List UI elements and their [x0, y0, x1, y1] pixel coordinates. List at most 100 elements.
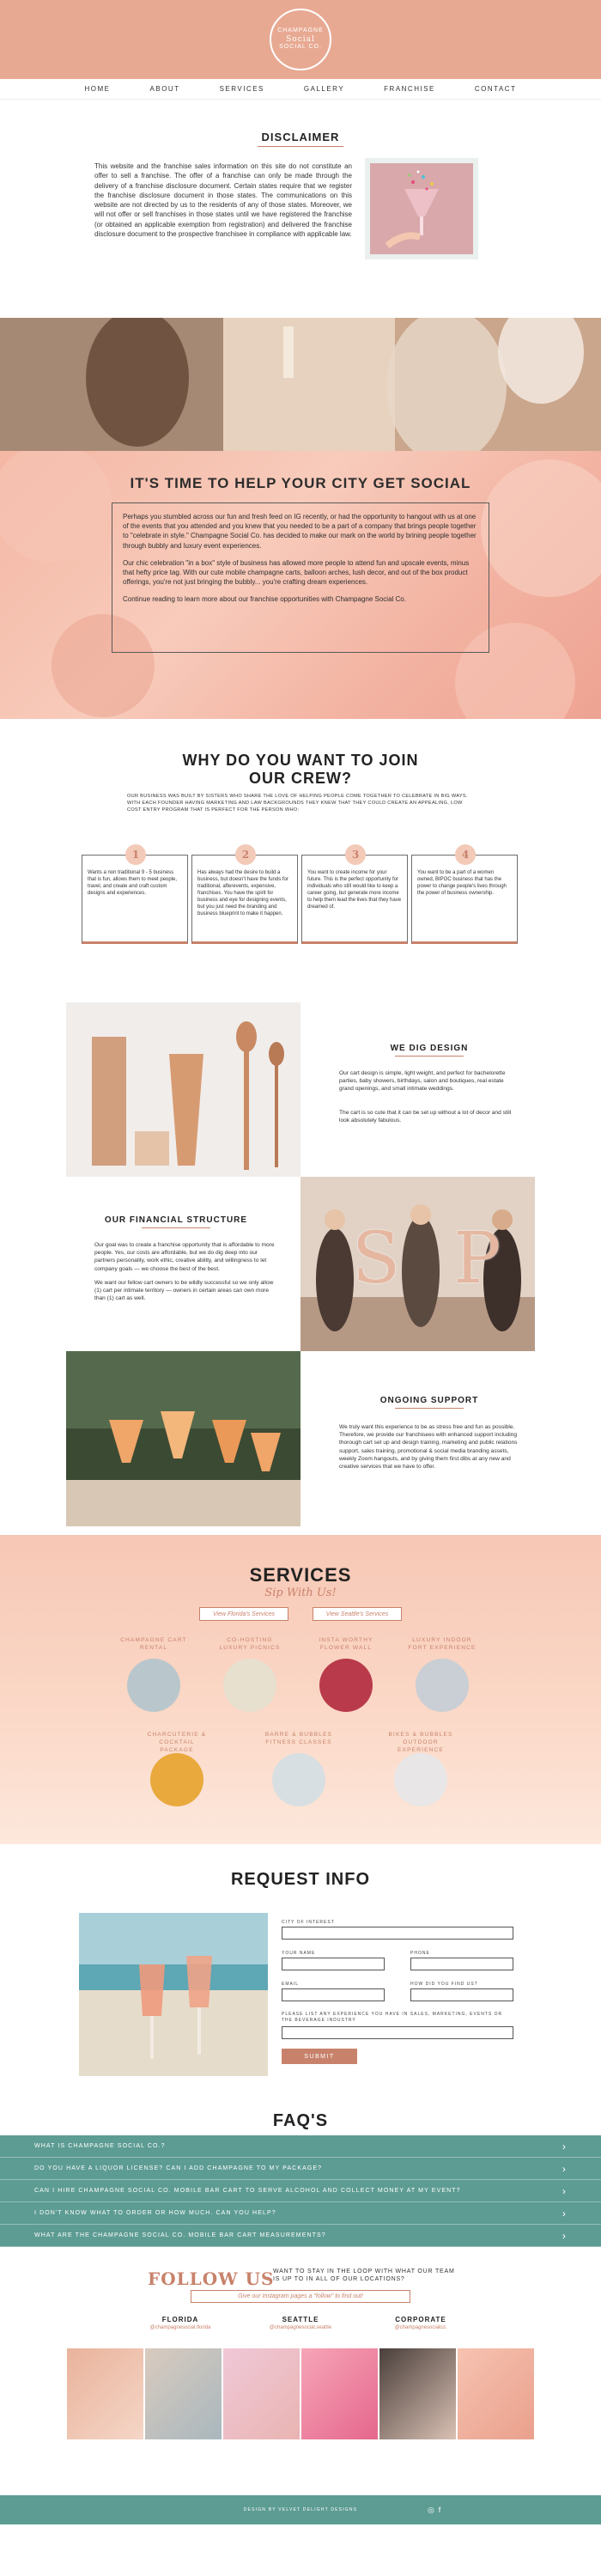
- crew-card-text: You want to create income for your futur…: [307, 870, 402, 910]
- florida-services-button[interactable]: View Florida's Services: [199, 1607, 288, 1621]
- nav-gallery[interactable]: GALLERY: [304, 85, 344, 93]
- get-social-box: Perhaps you stumbled across our fun and …: [112, 502, 489, 653]
- crew-card-number: 2: [235, 844, 256, 865]
- follow-title: FOLLOW US: [148, 2268, 275, 2289]
- city-label: CITY OF INTEREST: [282, 1920, 335, 1925]
- cheers-photo: [66, 1351, 300, 1526]
- logo-text-bottom: SOCIAL CO.: [279, 44, 322, 51]
- account-city: FLORIDA: [161, 2316, 199, 2323]
- name-input[interactable]: [282, 1958, 385, 1970]
- account-handle: @champagnesocial.florida: [149, 2325, 211, 2330]
- chevron-right-icon: ›: [562, 2162, 567, 2175]
- submit-button[interactable]: SUBMIT: [282, 2049, 357, 2064]
- women-toasting-photo: [0, 318, 601, 451]
- nav-home[interactable]: HOME: [85, 85, 111, 93]
- disclaimer-section: DISCLAIMER This website and the franchis…: [0, 100, 601, 318]
- design-p2: The cart is so cute that it can be set u…: [339, 1110, 512, 1124]
- follow-section: FOLLOW US WANT TO STAY IN THE LOOP WITH …: [0, 2240, 601, 2495]
- city-input[interactable]: [282, 1927, 513, 1940]
- get-social-section: IT'S TIME TO HELP YOUR CITY GET SOCIAL P…: [0, 451, 601, 719]
- nav-services[interactable]: SERVICES: [220, 85, 264, 93]
- account-city: SEATTLE: [282, 2316, 319, 2323]
- crew-intro: OUR BUSINESS WAS BUILT BY SISTERS WHO SH…: [127, 794, 468, 813]
- instagram-account[interactable]: CORPORATE @champagnesocialco.: [378, 2316, 464, 2330]
- social-icons[interactable]: ◎ f: [428, 2506, 441, 2515]
- get-social-p2: Our chic celebration "in a box" style of…: [123, 558, 470, 587]
- crew-card-4: 4 You want to be a part of a women owned,…: [411, 844, 518, 944]
- crew-card-3: 3 You want to create income for your futu…: [301, 844, 408, 944]
- service-title: INSTA WORTHY FLOWER WALL: [319, 1637, 373, 1652]
- service-title: BIKES & BUBBLES OUTDOOR EXPERIENCE: [388, 1732, 453, 1754]
- features-section: WE DIG DESIGN Our cart design is simple,…: [0, 1002, 601, 1526]
- get-social-p3: Continue reading to learn more about our…: [123, 595, 406, 604]
- nav-franchise[interactable]: FRANCHISE: [384, 85, 435, 93]
- service-title: BARRE & BUBBLES FITNESS CLASSES: [264, 1732, 333, 1746]
- service-circle-image[interactable]: [272, 1753, 325, 1806]
- service-circle-image[interactable]: [150, 1753, 203, 1806]
- find-us-input[interactable]: [410, 1988, 513, 2001]
- support-title: ONGOING SUPPORT: [379, 1396, 479, 1405]
- instagram-photo[interactable]: [458, 2348, 534, 2439]
- brand-logo[interactable]: CHAMPAGNE Social SOCIAL CO.: [270, 9, 331, 70]
- experience-input[interactable]: [282, 2026, 513, 2039]
- crew-card-number: 1: [125, 844, 146, 865]
- footer-credit: DESIGN BY VELVET DELIGHT DESIGNS: [243, 2507, 358, 2512]
- phone-input[interactable]: [410, 1958, 513, 1970]
- account-city: CORPORATE: [395, 2316, 446, 2323]
- support-p1: We truly want this experience to be as s…: [339, 1424, 518, 1471]
- sp-balloon-letters: S P: [352, 1218, 517, 1300]
- service-circle-image[interactable]: [319, 1659, 373, 1712]
- nav-contact[interactable]: CONTACT: [475, 85, 517, 93]
- logo-script: Social: [286, 34, 315, 44]
- disclaimer-text: This website and the franchise sales inf…: [94, 162, 352, 239]
- email-label: EMAIL: [282, 1982, 300, 1987]
- faq-list: WHAT IS CHAMPAGNE SOCIAL CO.? › DO YOU HAV…: [0, 2135, 601, 2247]
- service-circle-image[interactable]: [223, 1659, 276, 1712]
- faq-item[interactable]: DO YOU HAVE A LIQUOR LICENSE? CAN I ADD …: [0, 2158, 601, 2180]
- follow-text: WANT TO STAY IN THE LOOP WITH WHAT OUR T…: [273, 2268, 455, 2282]
- service-circle-image[interactable]: [416, 1659, 469, 1712]
- get-social-p1: Perhaps you stumbled across our fun and …: [123, 513, 477, 550]
- nav-about[interactable]: ABOUT: [150, 85, 180, 93]
- instagram-account[interactable]: SEATTLE @champagnesocial.seattle: [258, 2316, 343, 2330]
- service-circle-image[interactable]: [394, 1753, 447, 1806]
- instagram-photo[interactable]: [145, 2348, 222, 2439]
- instagram-photo[interactable]: [379, 2348, 456, 2439]
- divider: [395, 1408, 464, 1409]
- account-handle: @champagnesocial.seattle: [269, 2325, 332, 2330]
- chevron-right-icon: ›: [562, 2184, 567, 2197]
- seattle-services-button[interactable]: View Seattle's Services: [313, 1607, 402, 1621]
- request-info-section: REQUEST INFO CITY OF INTEREST YOUR NAME …: [0, 1844, 601, 2094]
- email-input[interactable]: [282, 1988, 385, 2001]
- crew-card-text: Has always had the desire to build a bus…: [197, 870, 288, 917]
- service-circle-image[interactable]: [127, 1659, 180, 1712]
- follow-banner: Give our Instagram pages a "follow" to f…: [191, 2290, 410, 2303]
- crew-card-text: You want to be a part of a women owned, …: [417, 870, 507, 896]
- crew-card-2: 2 Has always had the desire to build a bu…: [191, 844, 298, 944]
- services-title: SERVICES: [249, 1564, 352, 1586]
- crew-title-line1: WHY DO YOU WANT TO JOIN: [182, 752, 419, 769]
- service-title: CHARCUTERIE & COCKTAIL PACKAGE: [147, 1732, 207, 1754]
- instagram-photo[interactable]: [223, 2348, 300, 2439]
- financial-p2: We want our fellow cart owners to be wil…: [94, 1280, 274, 1302]
- instagram-photo[interactable]: [67, 2348, 143, 2439]
- logo-text-top: CHAMPAGNE: [277, 27, 324, 34]
- financial-p1: Our goal was to create a franchise oppor…: [94, 1242, 275, 1272]
- experience-label: PLEASE LIST ANY EXPERIENCE YOU HAVE IN S…: [282, 2012, 503, 2023]
- faq-question: WHAT IS CHAMPAGNE SOCIAL CO.?: [34, 2143, 166, 2149]
- instagram-account[interactable]: FLORIDA @champagnesocial.florida: [137, 2316, 223, 2330]
- faq-item[interactable]: I DON'T KNOW WHAT TO ORDER OR HOW MUCH. …: [0, 2202, 601, 2225]
- faq-item[interactable]: CAN I HIRE CHAMPAGNE SOCIAL CO. MOBILE B…: [0, 2180, 601, 2202]
- divider: [142, 1227, 210, 1228]
- crew-card-number: 3: [345, 844, 366, 865]
- account-handle: @champagnesocialco.: [394, 2325, 447, 2330]
- crew-card-1: 1 Wants a non traditional 9 - 5 business …: [82, 844, 188, 944]
- divider: [258, 146, 343, 147]
- faq-item[interactable]: WHAT IS CHAMPAGNE SOCIAL CO.? ›: [0, 2135, 601, 2158]
- instagram-photo[interactable]: [301, 2348, 378, 2439]
- find-us-label: HOW DID YOU FIND US?: [410, 1982, 478, 1987]
- service-title: CHAMPAGNE CART RENTAL: [120, 1637, 187, 1652]
- services-section: SERVICES Sip With Us! View Florida's Ser…: [0, 1535, 601, 1844]
- main-nav: HOME ABOUT SERVICES GALLERY FRANCHISE CO…: [0, 79, 601, 100]
- instagram-grid: [67, 2348, 534, 2439]
